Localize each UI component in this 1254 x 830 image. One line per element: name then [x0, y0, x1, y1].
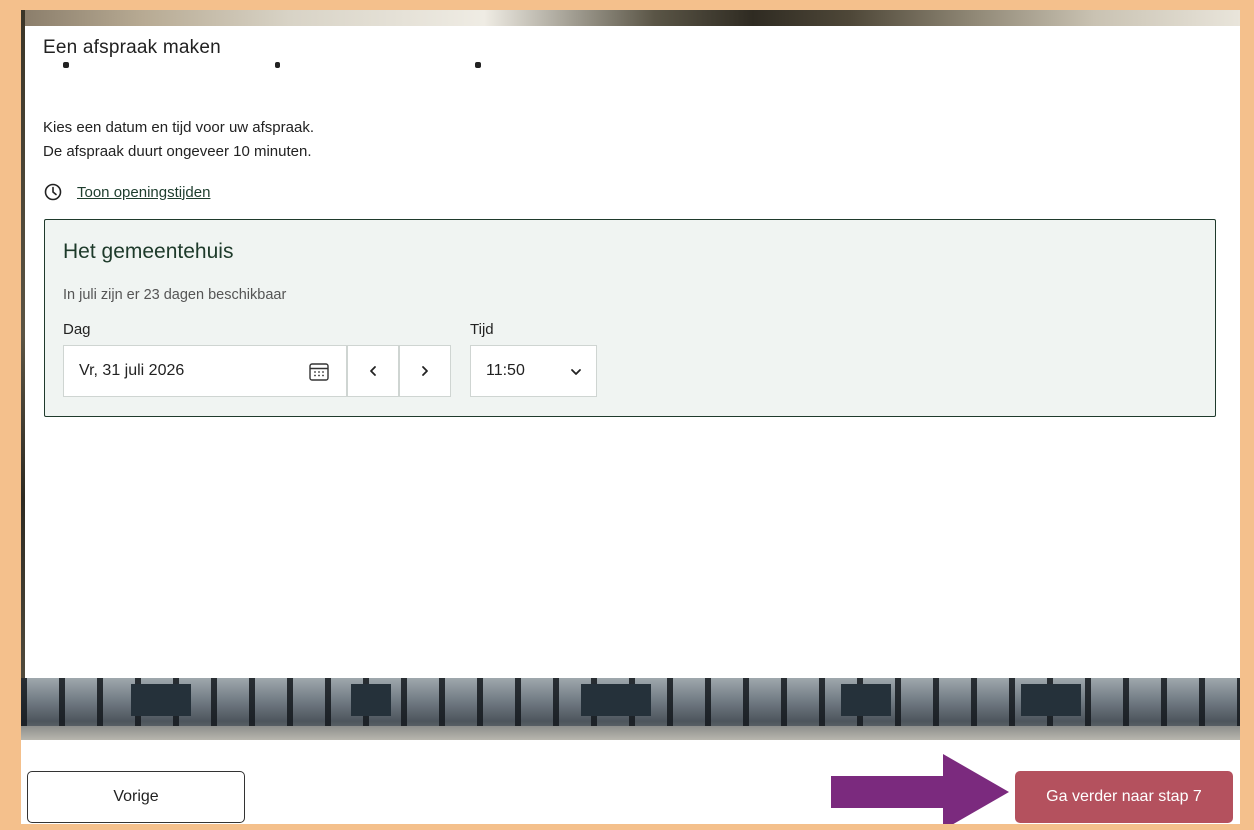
scrolled-heading-remnant: [43, 62, 503, 70]
intro-line-1: Kies een datum en tijd voor uw afspraak.: [43, 119, 314, 136]
modal-frame: Een afspraak maken Kies een datum en tij…: [21, 10, 1240, 824]
intro-text: Kies een datum en tijd voor uw afspraak.…: [43, 116, 314, 164]
intro-line-2: De afspraak duurt ongeveer 10 minuten.: [43, 143, 312, 160]
modal-panel: Een afspraak maken Kies een datum en tij…: [25, 26, 1236, 678]
opening-hours-link[interactable]: Toon openingstijden: [43, 182, 210, 202]
time-label: Tijd: [470, 321, 494, 338]
calendar-icon[interactable]: [308, 361, 330, 383]
chevron-left-icon: [370, 366, 376, 376]
time-select[interactable]: 11:50: [470, 345, 597, 397]
location-title: Het gemeentehuis: [63, 240, 234, 263]
opening-hours-label: Toon openingstijden: [77, 183, 211, 201]
background-photo-bottom: [21, 678, 1240, 740]
modal-footer: Vorige Ga verder naar stap 7: [21, 740, 1240, 824]
arrow-pointer-icon: [831, 754, 1009, 824]
clock-icon: [44, 183, 62, 201]
date-value: Vr, 31 juli 2026: [79, 362, 185, 379]
chevron-right-icon: [422, 366, 428, 376]
availability-text: In juli zijn er 23 dagen beschikbaar: [63, 287, 287, 303]
location-card: Het gemeentehuis In juli zijn er 23 dage…: [44, 219, 1216, 417]
time-value: 11:50: [486, 362, 525, 379]
background-photo-top: [21, 10, 1240, 26]
date-field[interactable]: Vr, 31 juli 2026: [63, 345, 347, 397]
previous-button[interactable]: Vorige: [27, 771, 245, 823]
chevron-down-icon: [571, 369, 581, 375]
continue-step-7-button[interactable]: Ga verder naar stap 7: [1015, 771, 1233, 823]
next-day-button[interactable]: [399, 345, 451, 397]
previous-day-button[interactable]: [347, 345, 399, 397]
modal-title: Een afspraak maken: [43, 37, 221, 58]
day-label: Dag: [63, 321, 91, 338]
